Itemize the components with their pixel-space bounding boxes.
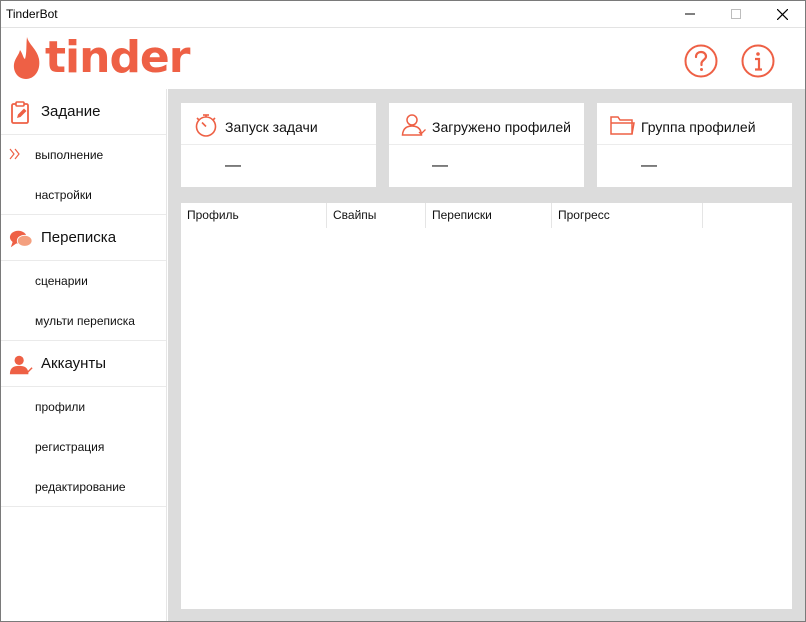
profiles-table: Профиль Свайпы Переписки Прогресс [181, 203, 792, 609]
minimize-icon [685, 13, 695, 15]
sidebar-item-settings[interactable]: настройки [1, 175, 166, 215]
card-header: Запуск задачи [181, 103, 376, 145]
minimize-button[interactable] [667, 1, 713, 27]
sidebar: Задание выполнение настройки Переписка с… [1, 89, 167, 621]
sidebar-item-editing[interactable]: редактирование [1, 467, 166, 507]
column-header-progress[interactable]: Прогресс [552, 203, 703, 228]
app-header: tinder [1, 27, 805, 89]
user-check-icon [9, 355, 33, 375]
maximize-icon [731, 9, 741, 19]
info-button[interactable] [741, 44, 775, 78]
card-value: — [432, 157, 448, 174]
profiles-loaded-card: Загружено профилей — [389, 103, 584, 187]
card-title: Загружено профилей [432, 119, 571, 135]
column-header-profile[interactable]: Профиль [181, 203, 327, 228]
maximize-button[interactable] [713, 1, 759, 27]
sidebar-item-label: регистрация [35, 440, 105, 454]
brand-text: tinder [45, 32, 190, 83]
app-window: TinderBot tinder Задание выполнение наст… [0, 0, 806, 622]
sidebar-item-label: выполнение [35, 148, 104, 162]
sidebar-item-execution[interactable]: выполнение [1, 135, 166, 175]
sidebar-item-scenarios[interactable]: сценарии [1, 261, 166, 301]
table-header: Профиль Свайпы Переписки Прогресс [181, 203, 792, 228]
sidebar-item-label: профили [35, 400, 86, 414]
sidebar-section-label: Задание [41, 103, 101, 120]
double-chevron-right-icon [9, 148, 20, 160]
card-header: Группа профилей [597, 103, 792, 145]
profile-group-card: Группа профилей — [597, 103, 792, 187]
sidebar-item-multi-messaging[interactable]: мульти переписка [1, 301, 166, 341]
close-button[interactable] [759, 1, 805, 27]
column-header-swipes[interactable]: Свайпы [327, 203, 426, 228]
card-title: Группа профилей [641, 119, 756, 135]
sidebar-section-accounts[interactable]: Аккаунты [1, 341, 166, 387]
info-circle-icon [741, 44, 775, 78]
help-button[interactable] [684, 44, 718, 78]
task-start-card: Запуск задачи — [181, 103, 376, 187]
chat-bubbles-icon [9, 230, 33, 248]
flame-icon [13, 37, 40, 79]
stopwatch-icon [195, 114, 217, 137]
sidebar-item-registration[interactable]: регистрация [1, 427, 166, 467]
sidebar-section-messaging[interactable]: Переписка [1, 215, 166, 261]
card-title: Запуск задачи [225, 119, 318, 135]
clipboard-edit-icon [11, 101, 29, 124]
question-circle-icon [684, 44, 718, 78]
sidebar-item-label: мульти переписка [35, 313, 135, 328]
card-value: — [641, 157, 657, 174]
window-title: TinderBot [6, 7, 58, 21]
sidebar-section-task[interactable]: Задание [1, 89, 166, 135]
sidebar-section-label: Переписка [41, 229, 117, 246]
sidebar-item-label: сценарии [35, 274, 88, 288]
close-icon [776, 8, 788, 20]
card-header: Загружено профилей [389, 103, 584, 145]
tinder-logo: tinder [11, 32, 190, 83]
sidebar-item-profiles[interactable]: профили [1, 387, 166, 427]
title-bar: TinderBot [1, 1, 805, 27]
folder-icon [610, 116, 635, 135]
column-header-chats[interactable]: Переписки [426, 203, 552, 228]
main-content: Запуск задачи — Загружено профилей — Гру… [168, 89, 805, 621]
sidebar-item-label: редактирование [35, 479, 126, 494]
card-value: — [225, 157, 241, 174]
sidebar-section-label: Аккаунты [41, 355, 107, 372]
sidebar-item-label: настройки [35, 187, 92, 202]
user-outline-icon [401, 114, 426, 136]
